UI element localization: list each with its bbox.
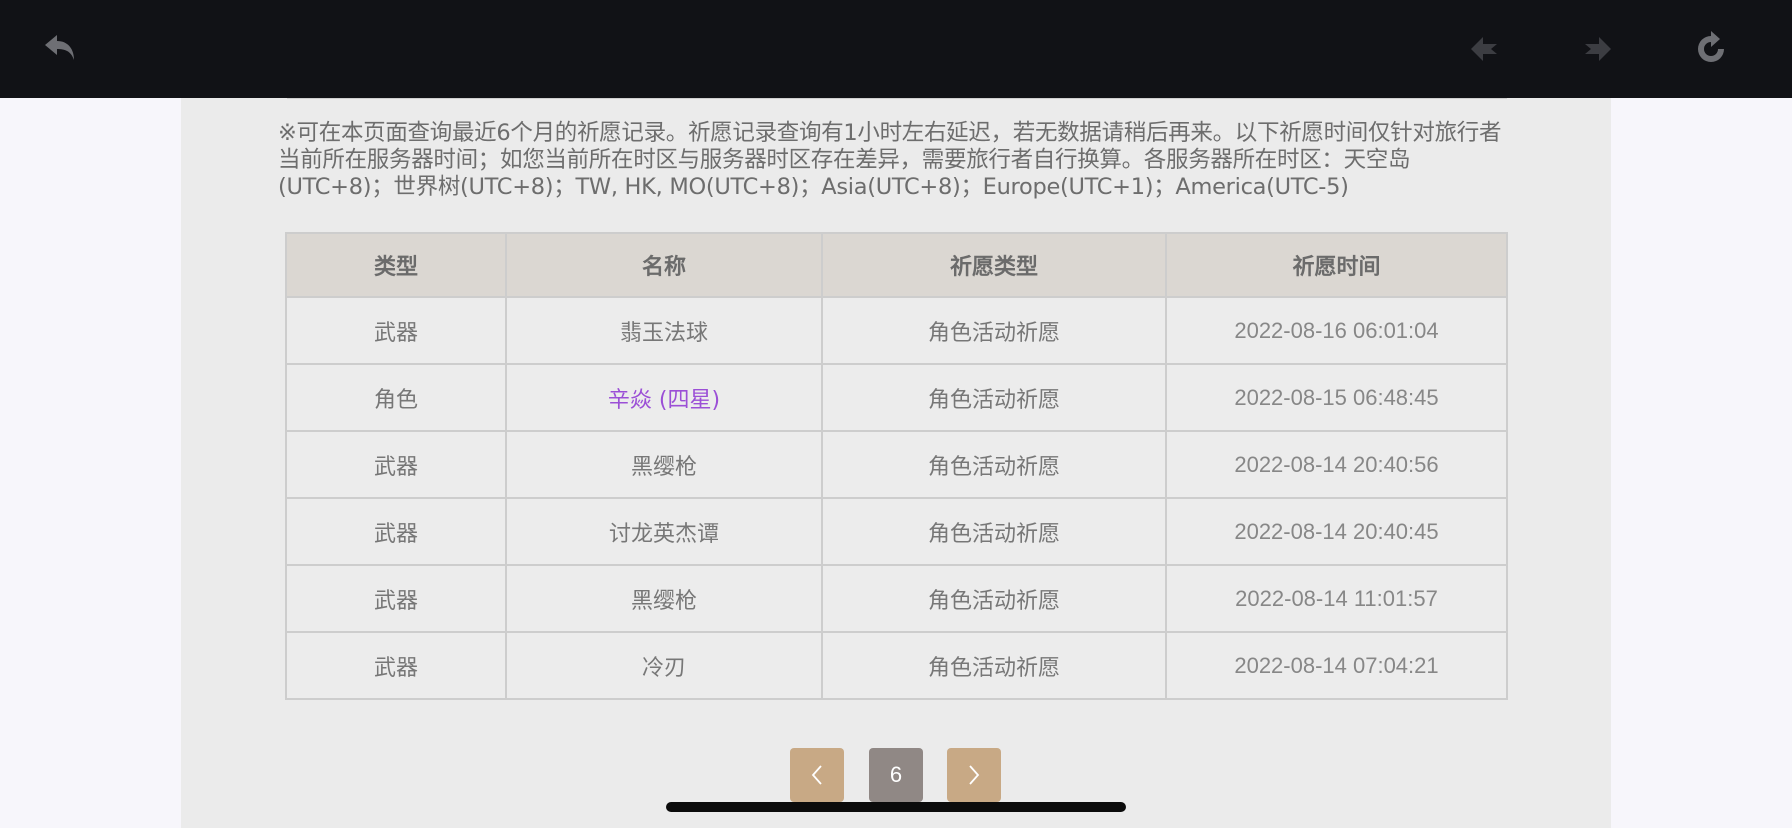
- cell-time: 2022-08-14 11:01:57: [1165, 564, 1508, 633]
- table-row: 武器 翡玉法球 角色活动祈愿 2022-08-16 06:01:04: [285, 296, 1508, 365]
- table-row: 武器 冷刃 角色活动祈愿 2022-08-14 07:04:21: [285, 631, 1508, 700]
- table-row: 角色 辛焱 (四星) 角色活动祈愿 2022-08-15 06:48:45: [285, 363, 1508, 432]
- cell-type: 武器: [285, 296, 507, 365]
- content-panel: ※可在本页面查询最近6个月的祈愿记录。祈愿记录查询有1小时左右延迟，若无数据请稍…: [181, 98, 1611, 828]
- cell-name: 冷刃: [505, 631, 823, 700]
- refresh-button[interactable]: [1688, 26, 1734, 72]
- table-row: 武器 黑缨枪 角色活动祈愿 2022-08-14 11:01:57: [285, 564, 1508, 633]
- cell-name: 辛焱 (四星): [505, 363, 823, 432]
- next-page-button[interactable]: [947, 748, 1001, 802]
- cell-type: 武器: [285, 497, 507, 566]
- nav-back-icon: [1471, 37, 1497, 61]
- cell-time: 2022-08-15 06:48:45: [1165, 363, 1508, 432]
- column-header-type: 类型: [285, 232, 507, 298]
- nav-back-button[interactable]: [1462, 26, 1508, 72]
- cell-type: 角色: [285, 363, 507, 432]
- top-toolbar: [0, 0, 1792, 98]
- prev-page-button[interactable]: [790, 748, 844, 802]
- table-header-row: 类型 名称 祈愿类型 祈愿时间: [285, 232, 1508, 298]
- home-indicator[interactable]: [666, 802, 1126, 812]
- cell-name: 黑缨枪: [505, 430, 823, 499]
- wish-history-table: 类型 名称 祈愿类型 祈愿时间 武器 翡玉法球 角色活动祈愿 2022-08-1…: [285, 232, 1508, 700]
- cell-wish-type: 角色活动祈愿: [821, 363, 1167, 432]
- notice-text: ※可在本页面查询最近6个月的祈愿记录。祈愿记录查询有1小时左右延迟，若无数据请稍…: [278, 120, 1502, 200]
- column-header-wish-type: 祈愿类型: [821, 232, 1167, 298]
- cell-time: 2022-08-14 20:40:56: [1165, 430, 1508, 499]
- cell-type: 武器: [285, 564, 507, 633]
- nav-forward-icon: [1585, 37, 1611, 61]
- cell-wish-type: 角色活动祈愿: [821, 430, 1167, 499]
- cell-type: 武器: [285, 631, 507, 700]
- cell-name: 翡玉法球: [505, 296, 823, 365]
- cell-name: 讨龙英杰谭: [505, 497, 823, 566]
- cell-wish-type: 角色活动祈愿: [821, 497, 1167, 566]
- refresh-icon: [1698, 31, 1724, 62]
- divider: [287, 98, 1507, 99]
- table-row: 武器 黑缨枪 角色活动祈愿 2022-08-14 20:40:56: [285, 430, 1508, 499]
- table-row: 武器 讨龙英杰谭 角色活动祈愿 2022-08-14 20:40:45: [285, 497, 1508, 566]
- cell-time: 2022-08-14 20:40:45: [1165, 497, 1508, 566]
- cell-wish-type: 角色活动祈愿: [821, 564, 1167, 633]
- cell-time: 2022-08-16 06:01:04: [1165, 296, 1508, 365]
- cell-wish-type: 角色活动祈愿: [821, 631, 1167, 700]
- back-button[interactable]: [38, 26, 84, 72]
- current-page-indicator[interactable]: 6: [869, 748, 923, 802]
- cell-time: 2022-08-14 07:04:21: [1165, 631, 1508, 700]
- column-header-wish-time: 祈愿时间: [1165, 232, 1508, 298]
- chevron-right-icon: [969, 765, 980, 785]
- cell-type: 武器: [285, 430, 507, 499]
- undo-arrow-icon: [45, 35, 74, 60]
- nav-forward-button[interactable]: [1574, 26, 1620, 72]
- chevron-left-icon: [811, 765, 822, 785]
- column-header-name: 名称: [505, 232, 823, 298]
- cell-name: 黑缨枪: [505, 564, 823, 633]
- cell-wish-type: 角色活动祈愿: [821, 296, 1167, 365]
